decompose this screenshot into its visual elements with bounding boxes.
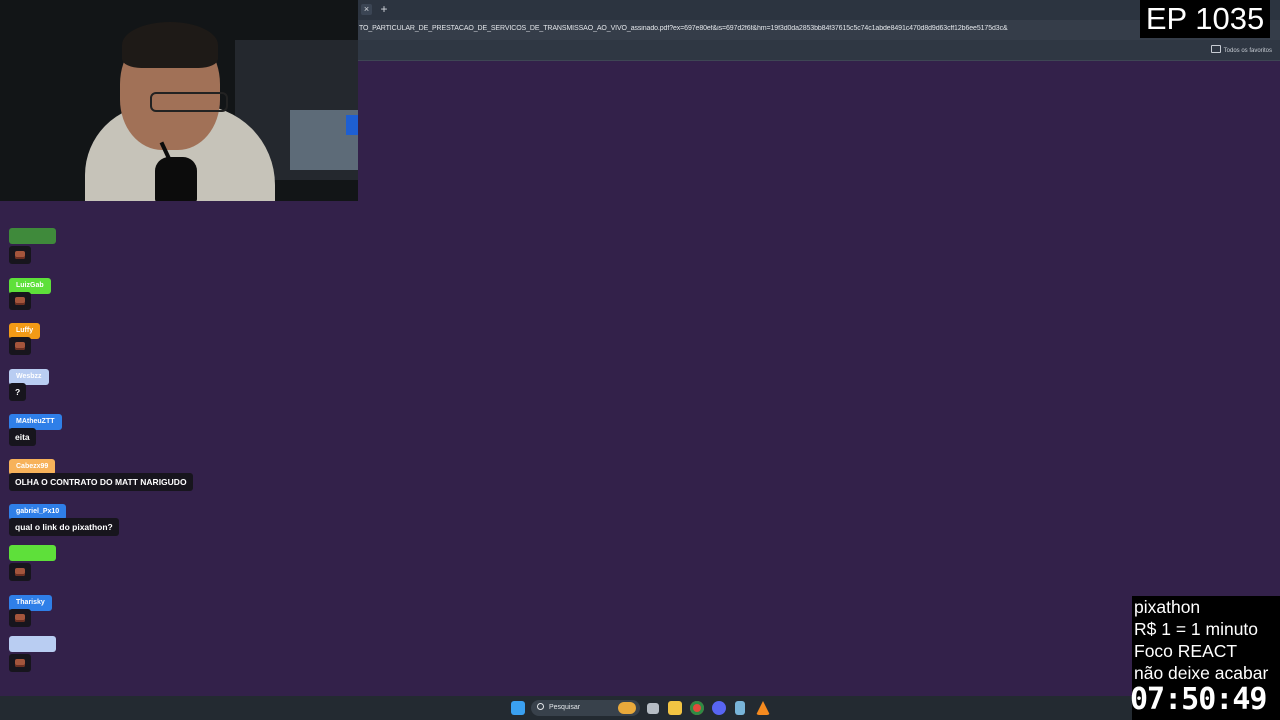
webcam-blue-light — [346, 115, 358, 135]
chat-emote — [9, 609, 31, 627]
folder-icon — [1210, 45, 1221, 53]
brick-emote — [15, 251, 25, 259]
search-icon — [537, 703, 544, 710]
info-line-warning: não deixe acabar — [1134, 663, 1269, 683]
info-line-focus: Foco REACT — [1134, 641, 1238, 661]
all-bookmarks-label: Todos os favoritos — [1223, 48, 1272, 54]
brick-emote — [15, 568, 25, 576]
webcam-overlay — [0, 0, 358, 201]
taskbar-search-placeholder[interactable]: Pesquisar — [549, 704, 580, 711]
chat-emote — [9, 337, 31, 355]
all-bookmarks-button[interactable]: Todos os favoritos — [1210, 45, 1272, 54]
chat-emote — [9, 292, 31, 310]
bookmarks-bar — [358, 40, 1280, 61]
chat-message — [9, 228, 56, 264]
chat-message: gabriel_Px10 qual o link do pixathon? — [9, 500, 119, 536]
notepad-icon[interactable] — [735, 701, 745, 715]
info-line-title: pixathon — [1134, 597, 1201, 617]
discord-icon[interactable] — [712, 701, 726, 715]
chat-emote — [9, 246, 31, 264]
chrome-icon[interactable] — [690, 701, 704, 715]
brick-emote — [15, 614, 25, 622]
windows-start-icon[interactable] — [511, 701, 525, 715]
microphone — [155, 157, 197, 201]
chat-message-text: qual o link do pixathon? — [9, 518, 119, 536]
stream-timer: 07:50:49 — [1130, 682, 1268, 717]
chat-message: Tharisky — [9, 591, 52, 627]
chat-message: LuizGab — [9, 274, 51, 310]
chat-emote — [9, 563, 31, 581]
chat-message-text: ? — [9, 383, 27, 401]
chat-message — [9, 545, 56, 581]
task-view-icon[interactable] — [647, 703, 659, 714]
chat-message: MAtheuZTT eita — [9, 410, 62, 446]
widgets-icon[interactable] — [618, 702, 636, 714]
chat-username — [9, 545, 56, 561]
streamer-hair — [122, 22, 218, 68]
chat-message — [9, 636, 56, 672]
file-explorer-icon[interactable] — [668, 701, 682, 715]
brick-emote — [15, 297, 25, 305]
chat-username — [9, 636, 56, 652]
chat-message: Cabezx99 OLHA O CONTRATO DO MATT NARIGUDO — [9, 455, 193, 491]
chat-message: Luffy — [9, 319, 41, 355]
chat-emote — [9, 654, 31, 672]
episode-badge: EP 1035 — [1140, 0, 1270, 38]
chat-message: Wesbzz? — [9, 365, 49, 401]
address-bar-url[interactable]: TO_PARTICULAR_DE_PRESTACAO_DE_SERVICOS_D… — [359, 25, 1139, 32]
tab-close-button[interactable]: × — [361, 4, 372, 15]
streamer-glasses — [150, 92, 228, 112]
brick-emote — [15, 659, 25, 667]
brick-emote — [15, 342, 25, 350]
info-line-rate: R$ 1 = 1 minuto — [1134, 619, 1259, 639]
chat-message-text: OLHA O CONTRATO DO MATT NARIGUDO — [9, 473, 193, 491]
new-tab-button[interactable]: + — [378, 2, 390, 16]
chat-message-text: eita — [9, 428, 36, 446]
chat-username — [9, 228, 56, 244]
browser-corner — [1270, 0, 1280, 20]
